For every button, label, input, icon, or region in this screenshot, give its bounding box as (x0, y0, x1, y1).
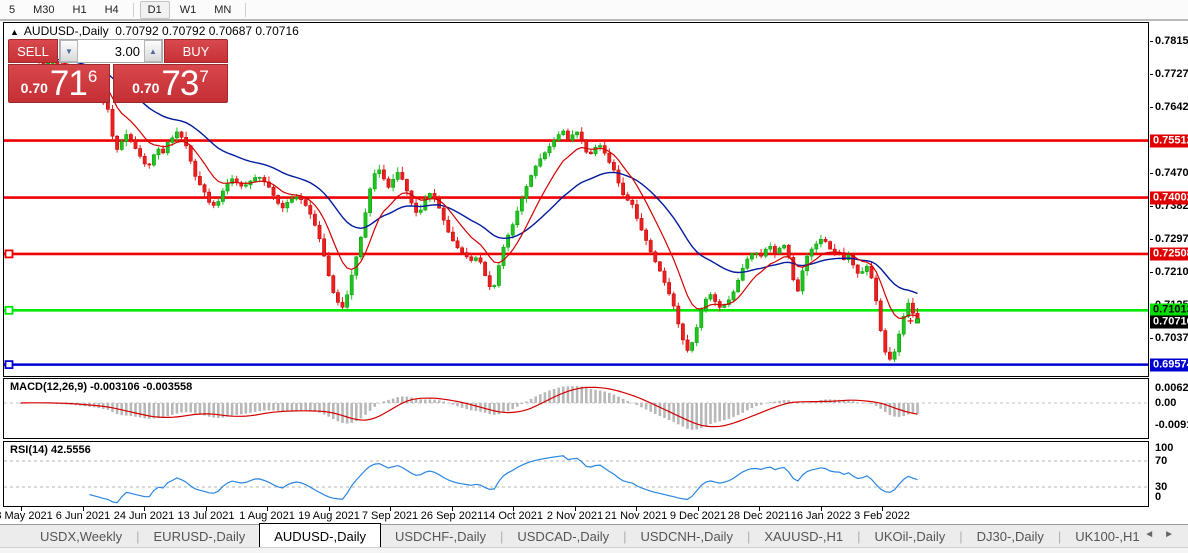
price-tick-label: 0.78150 (1155, 35, 1188, 47)
date-label: 3 Feb 2022 (854, 510, 910, 522)
price-badge-0.70716: 0.70716 (1150, 315, 1188, 328)
tab-scroll-arrows[interactable]: ◄► (1144, 529, 1184, 540)
rsi-value: 42.5556 (51, 444, 91, 456)
buy-price-big: 73 (161, 69, 198, 99)
date-label: 21 Nov 2021 (605, 510, 667, 522)
date-label: 7 Sep 2021 (362, 510, 418, 522)
rsi-indicator-panel[interactable]: RSI(14) 42.5556 (3, 441, 1149, 507)
timeframe-toolbar: 5M30H1H4 D1W1MN (0, 0, 1188, 21)
buy-price-display[interactable]: 0.70 73 7 (113, 64, 228, 103)
axis-tick-mark (1150, 41, 1153, 42)
price-badge-0.72508: 0.72508 (1150, 247, 1188, 260)
tab-usdx-weekly[interactable]: USDX,Weekly (26, 525, 136, 547)
axis-tick-mark (1150, 272, 1153, 273)
rsi-chart-canvas (4, 442, 1148, 506)
indicator-tick-label: -0.009195 (1155, 419, 1188, 431)
date-label: 26 Sep 2021 (421, 510, 483, 522)
date-label: 2 Nov 2021 (547, 510, 603, 522)
tab-eurusd-daily[interactable]: EURUSD-,Daily (140, 525, 260, 547)
price-tick-label: 0.70375 (1155, 332, 1188, 344)
trading-platform-window: 5M30H1H4 D1W1MN MACD(12,26,9) -0.003106 -… (0, 0, 1188, 553)
sell-price-display[interactable]: 0.70 71 6 (8, 64, 110, 103)
axis-tick-mark (1150, 173, 1153, 174)
indicator-tick-label: 70 (1155, 455, 1167, 467)
volume-decrease-button[interactable]: ▼ (60, 40, 78, 62)
indicator-tick-label: 100 (1155, 442, 1173, 454)
chart-symbol-label: AUDUSD-,Daily (24, 24, 109, 38)
date-label: 14 Oct 2021 (483, 510, 543, 522)
one-click-trading-panel: SELL ▼ 3.00 ▲ BUY 0.70 71 6 0.70 73 7 (8, 39, 228, 103)
volume-stepper: ▼ 3.00 ▲ (59, 39, 163, 63)
price-tick-label: 0.72975 (1155, 233, 1188, 245)
axis-tick-mark (1150, 107, 1153, 108)
tab-dj30-daily[interactable]: DJ30-,Daily (963, 525, 1058, 547)
indicator-tick-label: 0.00 (1155, 397, 1176, 409)
sell-button[interactable]: SELL (8, 39, 58, 63)
date-label: 24 Jun 2021 (114, 510, 175, 522)
tab-scroll-left-icon: ◄ (1144, 529, 1164, 540)
price-badge-0.75512: 0.75512 (1150, 134, 1188, 147)
date-label: 28 Dec 2021 (728, 510, 790, 522)
buy-price-sup: 7 (199, 71, 208, 83)
price-tick-label: 0.72100 (1155, 266, 1188, 278)
macd-main-value: -0.003106 (90, 381, 140, 393)
tab-audusd-daily[interactable]: AUDUSD-,Daily (259, 523, 381, 547)
date-label: 1 Aug 2021 (239, 510, 295, 522)
spin-up-icon: ▲ (149, 47, 157, 56)
chart-tab-bar: USDX,Weekly|EURUSD-,DailyAUDUSD-,DailyUS… (0, 524, 1188, 547)
date-label: 13 Jul 2021 (178, 510, 235, 522)
tab-usdcad-daily[interactable]: USDCAD-,Daily (503, 525, 623, 547)
timeframe-button-5[interactable]: 5 (1, 1, 23, 19)
macd-label: MACD(12,26,9) -0.003106 -0.003558 (10, 381, 192, 393)
timeframe-button-h4[interactable]: H4 (97, 1, 127, 19)
sell-price-small: 0.70 (21, 80, 48, 96)
tab-scroll-right-icon: ► (1164, 529, 1184, 540)
tab-xauusd-h1[interactable]: XAUUSD-,H1 (750, 525, 857, 547)
price-tick-label: 0.77275 (1155, 68, 1188, 80)
timeframe-button-d1[interactable]: D1 (140, 1, 170, 19)
macd-signal-value: -0.003558 (143, 381, 193, 393)
volume-input[interactable]: 3.00 (78, 40, 144, 62)
sell-price-sup: 6 (88, 71, 97, 83)
price-badge-0.74002: 0.74002 (1150, 191, 1188, 204)
date-axis[interactable]: 18 May 20216 Jun 2021 24 Jun 202113 Jul 2… (3, 508, 1149, 523)
tab-usdcnh-daily[interactable]: USDCNH-,Daily (627, 525, 747, 547)
axis-tick-mark (1150, 239, 1153, 240)
tab-uk100-h1[interactable]: UK100-,H1 (1061, 525, 1153, 547)
date-label: 9 Dec 2021 (670, 510, 726, 522)
date-label: 19 Aug 2021 (298, 510, 360, 522)
axis-tick-mark (1150, 338, 1153, 339)
sell-price-big: 71 (50, 69, 87, 99)
timeframe-button-mn[interactable]: MN (206, 1, 239, 19)
tab-ukoil-daily[interactable]: UKOil-,Daily (860, 525, 959, 547)
chart-ohlc-values: 0.70792 0.70792 0.70687 0.70716 (115, 24, 299, 38)
date-label: 16 Jan 2022 (791, 510, 852, 522)
macd-indicator-panel[interactable]: MACD(12,26,9) -0.003106 -0.003558 (3, 378, 1149, 439)
indicator-tick-label: 0.006201 (1155, 382, 1188, 394)
price-tick-label: 0.74700 (1155, 167, 1188, 179)
bottom-strip (0, 547, 1188, 553)
price-badge-0.69574: 0.69574 (1150, 358, 1188, 371)
buy-price-small: 0.70 (132, 80, 159, 96)
volume-increase-button[interactable]: ▲ (144, 40, 162, 62)
timeframe-button-h1[interactable]: H1 (65, 1, 95, 19)
collapse-panel-icon[interactable]: ▲ (10, 27, 19, 37)
axis-tick-mark (1150, 206, 1153, 207)
price-tick-label: 0.76425 (1155, 101, 1188, 113)
indicator-tick-label: 0 (1155, 491, 1161, 503)
date-label: 18 May 2021 (0, 510, 53, 522)
axis-tick-mark (1150, 74, 1153, 75)
rsi-label: RSI(14) 42.5556 (10, 444, 91, 456)
chart-title: ▲ AUDUSD-,Daily 0.70792 0.70792 0.70687 0… (10, 24, 299, 38)
buy-button[interactable]: BUY (164, 39, 228, 63)
price-axis[interactable]: 0.781500.772750.764250.747000.738250.729… (1150, 22, 1188, 508)
timeframe-button-m30[interactable]: M30 (25, 1, 62, 19)
spin-down-icon: ▼ (65, 47, 73, 56)
toolbar-separator (245, 3, 246, 17)
date-label: 6 Jun 2021 (56, 510, 110, 522)
toolbar-separator (133, 3, 134, 17)
timeframe-button-w1[interactable]: W1 (172, 1, 205, 19)
tab-usdchf-daily[interactable]: USDCHF-,Daily (381, 525, 500, 547)
